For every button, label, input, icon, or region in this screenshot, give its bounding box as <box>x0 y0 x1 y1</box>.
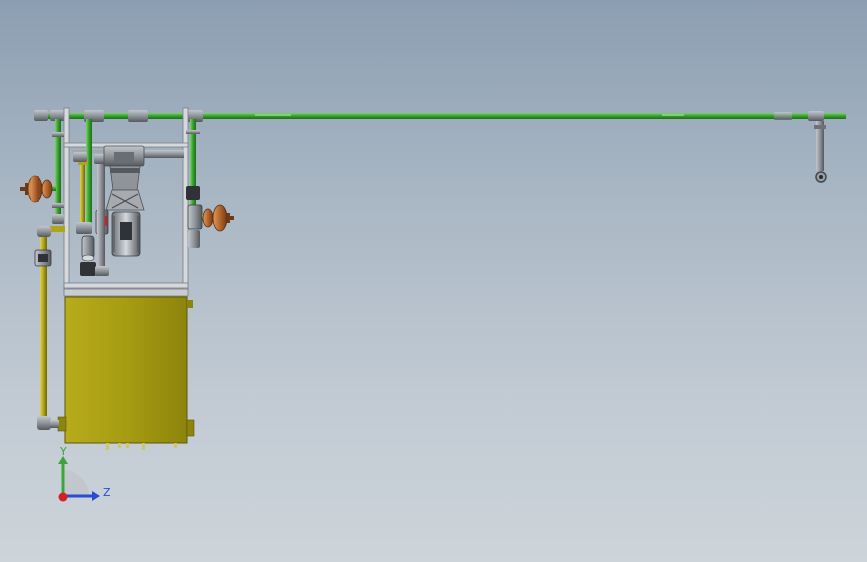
x-axis-dot <box>58 492 68 502</box>
z-axis-label: Z <box>103 486 111 499</box>
motor[interactable] <box>111 211 141 257</box>
right-bronze-valve[interactable] <box>202 204 234 232</box>
main-header-pipe[interactable] <box>34 113 846 119</box>
left-bronze-valve[interactable] <box>20 175 56 203</box>
right-drop-pipe[interactable] <box>774 111 827 183</box>
cad-viewport[interactable]: Y Z <box>0 0 867 562</box>
pressure-gauge[interactable] <box>80 235 96 276</box>
assembly-drawing[interactable] <box>0 0 867 562</box>
yellow-tank[interactable] <box>57 296 195 450</box>
y-axis-label: Y <box>60 445 67 458</box>
pump-assembly[interactable] <box>103 145 184 211</box>
left-green-riser[interactable] <box>52 119 64 224</box>
inner-green-column[interactable] <box>73 119 92 234</box>
coordinate-triad <box>58 456 100 502</box>
left-yellow-pipe[interactable] <box>34 226 65 430</box>
